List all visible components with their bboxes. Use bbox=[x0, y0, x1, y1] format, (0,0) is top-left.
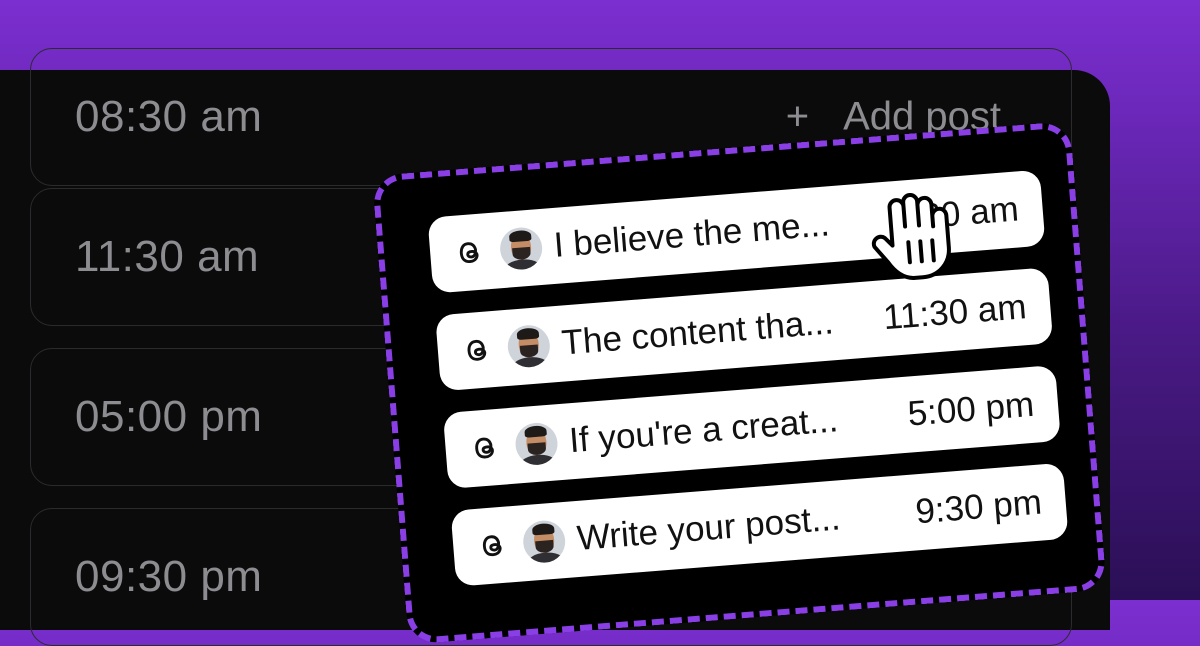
post-time: 11:30 am bbox=[881, 287, 1028, 338]
threads-icon bbox=[467, 339, 487, 361]
threads-icon bbox=[475, 437, 494, 459]
plus-icon: + bbox=[785, 94, 810, 139]
post-time: 9:30 pm bbox=[914, 482, 1044, 532]
slot-time: 09:30 pm bbox=[75, 552, 263, 601]
avatar bbox=[521, 519, 567, 565]
post-preview-text: The content tha... bbox=[560, 302, 835, 363]
slot-time: 08:30 am bbox=[75, 92, 263, 141]
post-time: 5:00 pm bbox=[906, 384, 1036, 434]
post-queue-dropzone[interactable]: I believe the me... 8:30 am The content … bbox=[372, 121, 1107, 645]
avatar bbox=[498, 225, 544, 272]
grab-hand-cursor-icon bbox=[871, 193, 951, 280]
post-preview-text: I believe the me... bbox=[552, 204, 831, 265]
slot-time: 11:30 am bbox=[75, 232, 260, 281]
slot-time: 05:00 pm bbox=[75, 392, 263, 441]
threads-icon bbox=[459, 242, 479, 264]
avatar bbox=[513, 421, 560, 467]
post-preview-text: Write your post... bbox=[575, 498, 842, 558]
post-preview-text: If you're a creat... bbox=[567, 400, 840, 461]
avatar bbox=[506, 323, 552, 369]
threads-icon bbox=[482, 535, 502, 557]
